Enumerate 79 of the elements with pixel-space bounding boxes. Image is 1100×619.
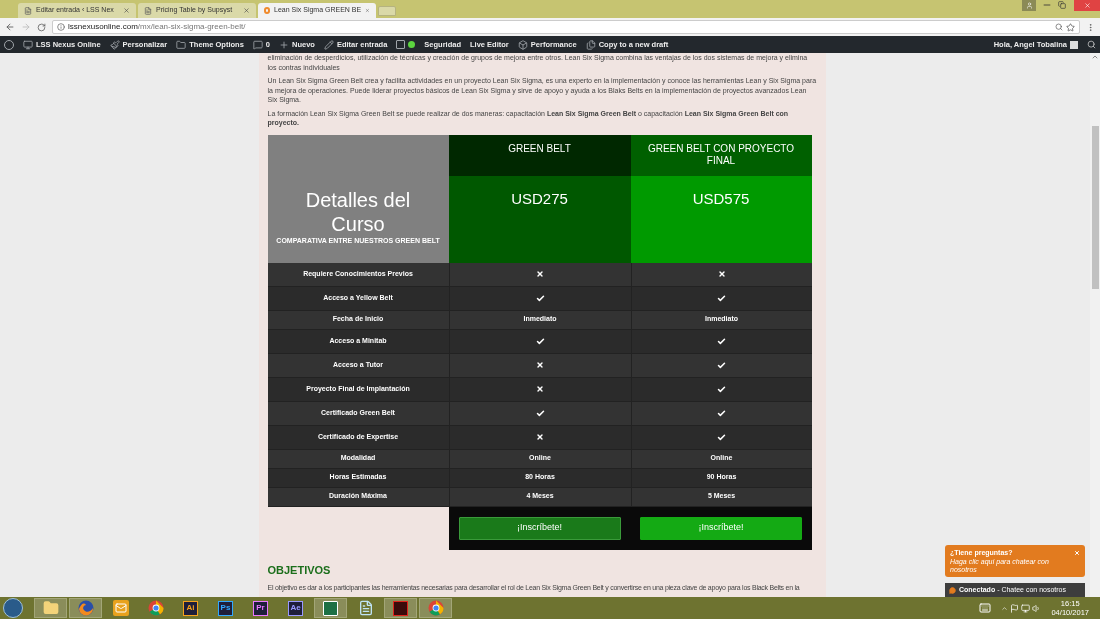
- info-icon: [57, 23, 65, 31]
- cube-icon: [517, 39, 528, 50]
- signup-button[interactable]: ¡Inscríbete!: [458, 516, 621, 540]
- check-icon: [535, 293, 545, 303]
- copy-icon: [585, 39, 596, 50]
- folder-icon: [42, 600, 59, 616]
- check-icon: [717, 408, 726, 418]
- close-icon[interactable]: [123, 7, 130, 14]
- firefox-icon: [77, 600, 94, 616]
- site-favicon-icon: [264, 7, 271, 14]
- chrome-icon: [147, 600, 164, 616]
- zoom-icon[interactable]: [1055, 23, 1063, 31]
- taskbar-app[interactable]: [314, 598, 347, 618]
- brush-icon: [109, 39, 120, 50]
- taskbar-app[interactable]: [69, 598, 102, 618]
- check-icon: [535, 408, 545, 418]
- check-icon: [717, 384, 726, 394]
- flag-icon[interactable]: [1010, 603, 1020, 613]
- close-icon: [1083, 2, 1091, 9]
- cross-icon: [536, 270, 544, 278]
- avatar-icon: [1070, 40, 1078, 49]
- profile-button[interactable]: [1022, 0, 1036, 11]
- menu-icon[interactable]: [1086, 22, 1095, 32]
- plan-price: USD575: [692, 188, 750, 209]
- taskbar-app[interactable]: Pr: [244, 598, 277, 618]
- url-text: lssnexusonline.com/mx/lean-six-sigma-green-belt/: [68, 21, 246, 33]
- admin-bar-item[interactable]: [396, 40, 416, 49]
- table-title: Detalles del Curso: [304, 188, 412, 236]
- app-badge-icon: Pr: [253, 600, 268, 616]
- app-badge-icon: Ae: [288, 600, 303, 616]
- keyboard-icon[interactable]: [977, 602, 994, 614]
- cross-icon: [536, 433, 544, 441]
- comment-icon: [252, 39, 263, 50]
- back-icon[interactable]: [5, 22, 15, 32]
- reload-icon[interactable]: [37, 22, 46, 32]
- app-badge-icon: Ps: [218, 600, 233, 616]
- scroll-thumb[interactable]: [1091, 126, 1099, 289]
- mail-icon: [112, 600, 129, 616]
- check-icon: [535, 336, 545, 346]
- cross-icon: [717, 270, 726, 278]
- start-button[interactable]: [3, 598, 23, 618]
- notepad-icon: [357, 600, 374, 616]
- cross-icon: [536, 361, 544, 369]
- person-icon: [1025, 2, 1033, 9]
- section-heading: OBJETIVOS: [267, 562, 332, 578]
- page-icon: [144, 6, 152, 15]
- plus-icon: [279, 39, 289, 50]
- pencil-icon: [323, 39, 334, 50]
- dashboard-icon: [23, 39, 33, 50]
- taskbar-app[interactable]: Ps: [209, 598, 242, 618]
- volume-icon[interactable]: [1032, 603, 1042, 613]
- seo-icon: [396, 40, 406, 49]
- close-icon[interactable]: [243, 7, 250, 14]
- bookmark-star-icon[interactable]: [1066, 22, 1075, 32]
- plan-name: GREEN BELT CON PROYECTO FINAL: [646, 142, 796, 168]
- spreadsheet-icon: [323, 600, 338, 616]
- chat-icon: [949, 586, 956, 594]
- check-icon: [717, 336, 726, 346]
- search-icon[interactable]: [1087, 40, 1096, 49]
- plan-name: GREEN BELT: [507, 142, 572, 156]
- plan-price: USD275: [511, 188, 568, 209]
- taskbar-app[interactable]: Ae: [279, 598, 312, 618]
- address-field[interactable]: lssnexusonline.com/mx/lean-six-sigma-green-belt/: [52, 20, 1080, 34]
- page-icon: [24, 6, 32, 15]
- chrome-icon: [427, 600, 444, 616]
- app-badge-icon: Ai: [183, 600, 198, 616]
- check-icon: [717, 432, 726, 442]
- taskbar-app[interactable]: Ai: [174, 598, 207, 618]
- folder-icon: [176, 39, 187, 50]
- check-icon: [717, 360, 726, 370]
- tray-expand-icon[interactable]: [1001, 604, 1009, 612]
- pdf-icon: [393, 600, 408, 616]
- check-icon: [717, 293, 726, 303]
- cross-icon: [536, 385, 544, 393]
- scroll-up-icon[interactable]: [1091, 53, 1099, 61]
- restore-icon[interactable]: [1058, 1, 1066, 9]
- close-icon[interactable]: [365, 7, 370, 14]
- network-icon[interactable]: [1021, 603, 1031, 613]
- taskbar-app[interactable]: [384, 598, 417, 618]
